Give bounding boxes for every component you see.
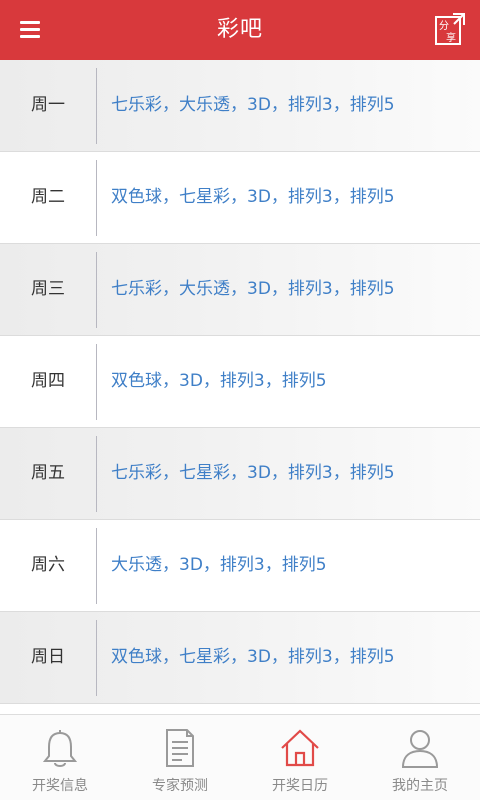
app-header: 彩吧 分 享 <box>0 0 480 60</box>
share-label-1: 分 <box>439 20 449 32</box>
row-divider <box>96 344 97 420</box>
day-label: 周三 <box>31 279 65 299</box>
day-label: 周四 <box>31 371 65 391</box>
lottery-list: 双色球，3D，排列3，排列5 <box>111 371 327 391</box>
tab-label: 开奖信息 <box>32 778 88 794</box>
day-label: 周六 <box>31 555 65 575</box>
bell-icon <box>42 730 78 767</box>
day-label: 周五 <box>31 463 65 483</box>
lottery-list: 七乐彩，大乐透，3D，排列3，排列5 <box>111 279 395 299</box>
calendar-row-fri[interactable]: 周五 七乐彩，七星彩，3D，排列3，排列5 <box>0 428 480 520</box>
tab-label: 我的主页 <box>392 778 448 794</box>
lottery-list: 双色球，七星彩，3D，排列3，排列5 <box>111 187 395 207</box>
tab-label: 开奖日历 <box>272 778 328 794</box>
row-divider <box>96 436 97 512</box>
page-title: 彩吧 <box>216 17 263 42</box>
calendar-row-thu[interactable]: 周四 双色球，3D，排列3，排列5 <box>0 336 480 428</box>
tab-draw-calendar[interactable]: 开奖日历 <box>240 715 360 801</box>
day-label: 周日 <box>31 647 65 667</box>
lottery-list: 双色球，七星彩，3D，排列3，排列5 <box>111 647 395 667</box>
home-icon <box>281 729 319 767</box>
lottery-list: 七乐彩，七星彩，3D，排列3，排列5 <box>111 463 395 483</box>
row-divider <box>96 68 97 144</box>
row-divider <box>96 160 97 236</box>
lottery-calendar-list: 周一 七乐彩，大乐透，3D，排列3，排列5 周二 双色球，七星彩，3D，排列3，… <box>0 60 480 714</box>
row-divider <box>96 528 97 604</box>
calendar-row-wed[interactable]: 周三 七乐彩，大乐透，3D，排列3，排列5 <box>0 244 480 336</box>
calendar-row-mon[interactable]: 周一 七乐彩，大乐透，3D，排列3，排列5 <box>0 60 480 152</box>
lottery-list: 七乐彩，大乐透，3D，排列3，排列5 <box>111 95 395 115</box>
share-label-2: 享 <box>446 31 456 44</box>
tab-expert-forecast[interactable]: 专家预测 <box>120 715 240 801</box>
tab-draw-info[interactable]: 开奖信息 <box>0 715 120 801</box>
lottery-list: 大乐透，3D，排列3，排列5 <box>111 555 327 575</box>
calendar-row-sun[interactable]: 周日 双色球，七星彩，3D，排列3，排列5 <box>0 612 480 704</box>
share-icon: 分 享 <box>435 13 465 45</box>
tab-label: 专家预测 <box>152 778 208 794</box>
calendar-row-sat[interactable]: 周六 大乐透，3D，排列3，排列5 <box>0 520 480 612</box>
document-icon <box>166 729 194 767</box>
bottom-tab-bar: 开奖信息 专家预测 开奖日历 我的主页 <box>0 714 480 800</box>
row-divider <box>96 620 97 696</box>
day-label: 周二 <box>31 187 65 207</box>
row-divider <box>96 252 97 328</box>
user-icon <box>401 730 439 768</box>
share-button[interactable]: 分 享 <box>434 12 466 46</box>
day-label: 周一 <box>31 95 65 115</box>
calendar-row-tue[interactable]: 周二 双色球，七星彩，3D，排列3，排列5 <box>0 152 480 244</box>
tab-my-home[interactable]: 我的主页 <box>360 715 480 801</box>
